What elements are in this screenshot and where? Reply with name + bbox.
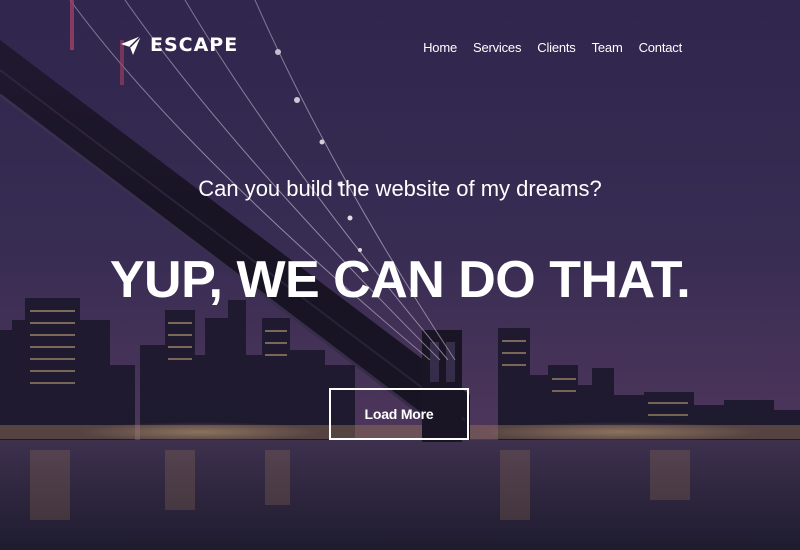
nav-item-home[interactable]: Home — [423, 40, 457, 55]
nav-item-services[interactable]: Services — [473, 40, 521, 55]
hero-subtitle: Can you build the website of my dreams? — [198, 176, 602, 201]
nav-item-team[interactable]: Team — [592, 40, 623, 55]
main-nav: Home Services Clients Team Contact — [423, 40, 682, 55]
load-more-button[interactable]: Load More — [329, 388, 469, 440]
hero-title: YUP, WE CAN DO THAT. — [109, 251, 691, 309]
brand-name: ESCAPE — [150, 34, 239, 56]
brand-logo[interactable]: ESCAPE — [120, 34, 238, 56]
nav-item-contact[interactable]: Contact — [639, 40, 683, 55]
paper-plane-icon — [120, 34, 142, 56]
nav-item-clients[interactable]: Clients — [537, 40, 576, 55]
